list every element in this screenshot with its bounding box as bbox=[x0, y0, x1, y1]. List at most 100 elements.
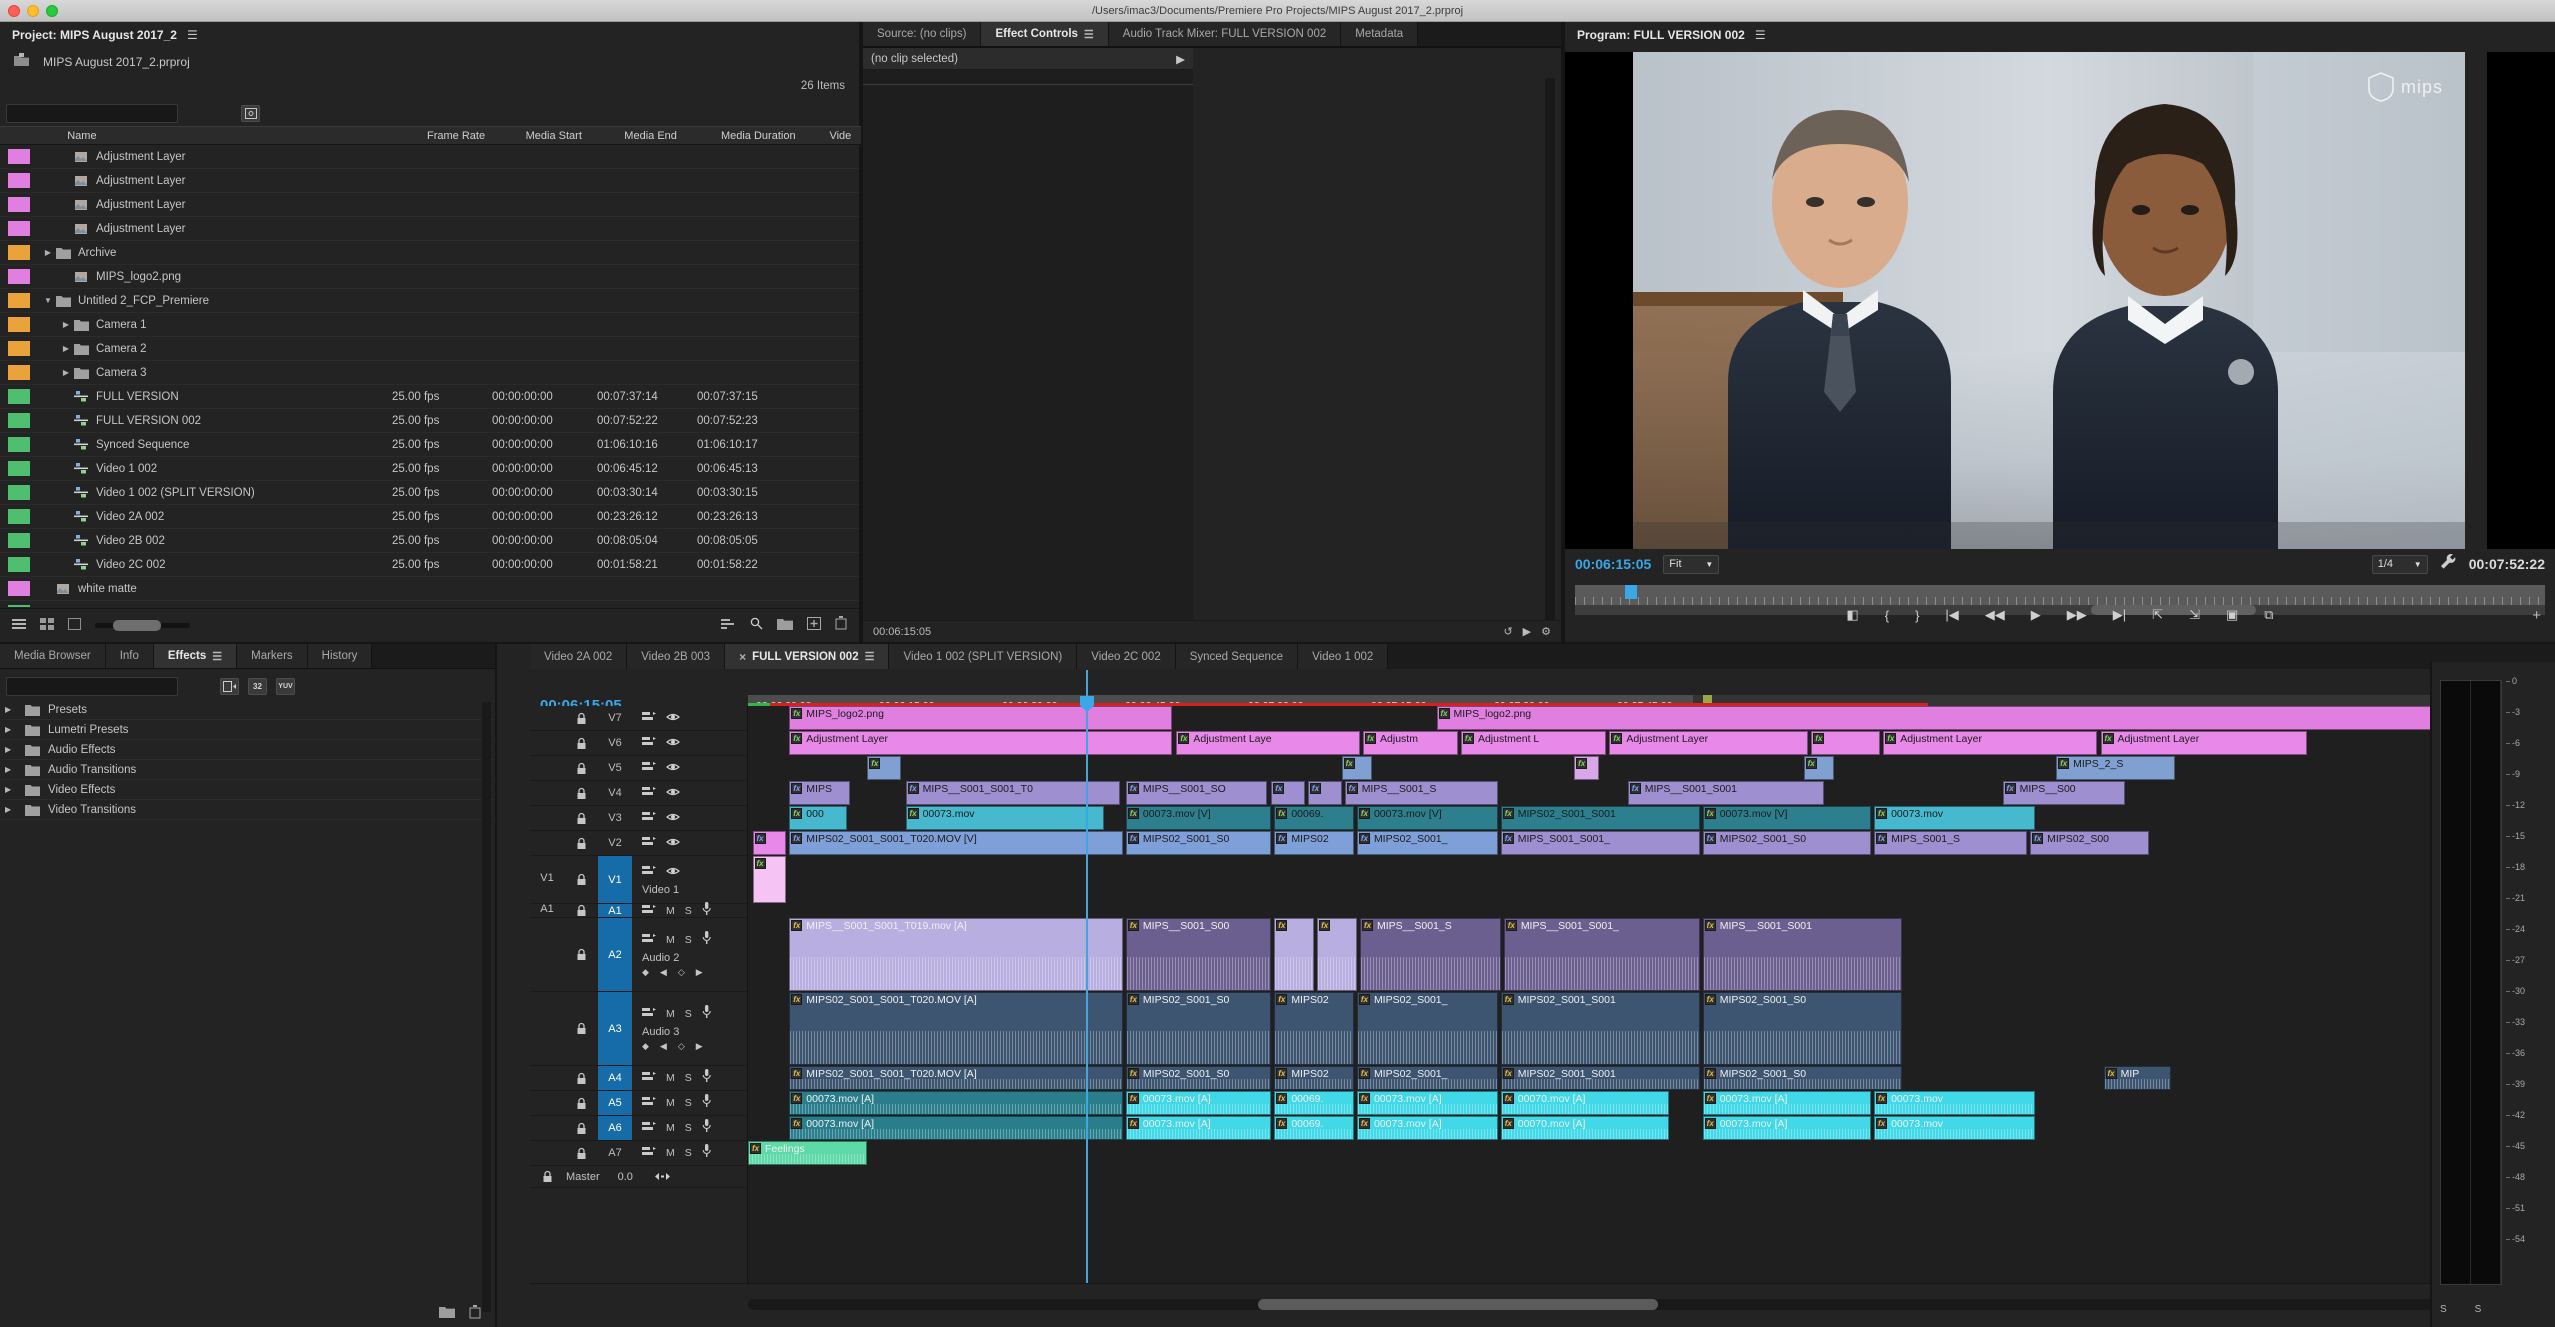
timeline-clip[interactable]: fx 00069. bbox=[1274, 1091, 1354, 1115]
solo-button[interactable]: S bbox=[685, 1147, 692, 1159]
mute-button[interactable]: M bbox=[666, 905, 675, 917]
lock-icon[interactable] bbox=[530, 1170, 564, 1183]
wrench-icon[interactable] bbox=[2440, 553, 2457, 575]
add-marker-icon[interactable]: ◧ bbox=[1846, 607, 1858, 623]
program-transport-controls[interactable]: ◧{} |◀ ◀◀ ▶ ▶▶ ▶| ⇱ ⇲ ▣ ⧉ bbox=[1565, 602, 2555, 628]
timeline-horizontal-scrollbar[interactable] bbox=[748, 1299, 2435, 1310]
track-header-a1[interactable]: A1 M S bbox=[530, 901, 747, 920]
track-header-v3[interactable]: V3 bbox=[530, 806, 747, 831]
project-item-row[interactable]: Adjustment Layer bbox=[0, 193, 859, 217]
parent-bin-icon[interactable] bbox=[14, 53, 29, 71]
disclosure-triangle[interactable]: ▶ bbox=[5, 705, 17, 714]
export-frame-icon[interactable]: ▣ bbox=[2226, 607, 2238, 623]
program-video-frame[interactable]: mips bbox=[1633, 52, 2465, 549]
play-icon[interactable]: ▶ bbox=[2031, 607, 2041, 623]
window-traffic-lights[interactable] bbox=[8, 5, 58, 17]
sync-lock-icon[interactable] bbox=[642, 1144, 656, 1162]
new-bin-icon[interactable] bbox=[777, 617, 793, 635]
audio-meter-bars[interactable] bbox=[2440, 680, 2502, 1285]
timeline-clip[interactable]: fx MIPS__S001_SO bbox=[1125, 781, 1267, 805]
disclosure-triangle[interactable]: ▶ bbox=[58, 368, 74, 377]
tab-seq-video-2a-002[interactable]: Video 2A 002 bbox=[530, 644, 628, 669]
tab-info[interactable]: Info bbox=[105, 644, 154, 668]
timeline-clip[interactable]: fx 00073.mov [A] bbox=[1125, 1091, 1272, 1115]
meter-solo-right[interactable]: S bbox=[2475, 1304, 2482, 1315]
effects-tree-item[interactable]: ▶ Video Transitions bbox=[0, 800, 495, 820]
timeline-clip[interactable]: fx MIP bbox=[2103, 1066, 2171, 1090]
solo-button[interactable]: S bbox=[685, 1008, 692, 1020]
timeline-clip[interactable]: fx bbox=[1811, 731, 1881, 755]
timeline-clip[interactable]: fx MIPS_logo2.png bbox=[1436, 706, 2554, 730]
sort-icon[interactable] bbox=[721, 617, 736, 635]
project-item-row[interactable]: ▶ Camera 3 bbox=[0, 361, 859, 385]
timeline-clip[interactable]: fx MIPS02_S001_S001_T020.MOV [V] bbox=[789, 831, 1123, 855]
timeline-clip[interactable]: fx bbox=[1271, 781, 1305, 805]
timeline-clip[interactable]: fx MIPS02_S001_S001 bbox=[1500, 992, 1700, 1065]
track-target-a1[interactable]: A1 bbox=[598, 904, 632, 917]
new-item-icon[interactable] bbox=[807, 616, 821, 635]
new-custom-bin-icon[interactable] bbox=[439, 1305, 455, 1323]
disclosure-triangle[interactable]: ▶ bbox=[58, 344, 74, 353]
timeline-clip[interactable]: fx MIPS__S001_S001_ bbox=[1503, 918, 1700, 991]
sync-lock-icon[interactable] bbox=[642, 1119, 656, 1137]
meter-solo-left[interactable]: S bbox=[2440, 1304, 2447, 1315]
lock-icon[interactable] bbox=[564, 712, 598, 725]
timeline-clip[interactable]: fx Adjustm bbox=[1363, 731, 1458, 755]
solo-button[interactable]: S bbox=[685, 1122, 692, 1134]
microphone-icon[interactable] bbox=[702, 1119, 711, 1137]
tab-menu-icon[interactable]: ☰ bbox=[865, 650, 875, 663]
thumbnail-size-slider[interactable] bbox=[95, 620, 190, 631]
timeline-clip[interactable]: fx 00070.mov [A] bbox=[1500, 1091, 1670, 1115]
timeline-clip[interactable]: fx MIPS02 bbox=[1274, 831, 1354, 855]
timeline-clip[interactable]: fx MIPS__S00 bbox=[2002, 781, 2125, 805]
track-target-v4[interactable]: V4 bbox=[598, 787, 632, 799]
next-keyframe-icon[interactable]: ▶ bbox=[696, 967, 703, 978]
disclosure-triangle[interactable]: ▶ bbox=[58, 320, 74, 329]
timeline-clip[interactable]: fx MIPS02_S001_ bbox=[1356, 831, 1498, 855]
sync-lock-icon[interactable] bbox=[642, 784, 656, 802]
track-target-v3[interactable]: V3 bbox=[598, 812, 632, 824]
disclosure-triangle[interactable]: ▶ bbox=[5, 725, 17, 734]
sync-lock-icon[interactable] bbox=[642, 1005, 656, 1023]
timeline-clip[interactable]: fx MIPS02_S001_S0 bbox=[1702, 992, 1902, 1065]
timeline-clip[interactable]: fx MIPS02_S001_S001_T020.MOV [A] bbox=[789, 992, 1123, 1065]
microphone-icon[interactable] bbox=[702, 901, 711, 920]
timeline-clip[interactable]: fx Adjustment Layer bbox=[1609, 731, 1809, 755]
timeline-clip[interactable]: fx MIPS__S001_S001 bbox=[1702, 918, 1902, 991]
project-item-row[interactable]: ▶ Camera 2 bbox=[0, 337, 859, 361]
lock-icon[interactable] bbox=[564, 787, 598, 800]
disclosure-triangle[interactable]: ▼ bbox=[40, 296, 56, 305]
timeline-clip[interactable]: fx MIPS02_S001_S0 bbox=[1125, 1066, 1272, 1090]
mark-in-icon[interactable]: { bbox=[1885, 608, 1889, 623]
lock-icon[interactable] bbox=[564, 1072, 598, 1085]
track-header-v5[interactable]: V5 bbox=[530, 756, 747, 781]
eye-icon[interactable] bbox=[666, 834, 680, 852]
effects-search-input[interactable] bbox=[6, 676, 178, 696]
column-header-frame-rate[interactable]: Frame Rate bbox=[419, 130, 518, 142]
effects-tree-item[interactable]: ▶ Audio Transitions bbox=[0, 760, 495, 780]
microphone-icon[interactable] bbox=[702, 931, 711, 949]
track-header-a2[interactable]: A2 M S Audio 2 ◆ ◀ ◇ ▶ bbox=[530, 918, 747, 992]
timeline-clip[interactable]: fx MIPS_2_S bbox=[2056, 756, 2176, 780]
lock-icon[interactable] bbox=[564, 737, 598, 750]
microphone-icon[interactable] bbox=[702, 1069, 711, 1087]
timeline-clip[interactable]: fx bbox=[1307, 781, 1342, 805]
project-item-row[interactable]: ▶ Archive bbox=[0, 241, 859, 265]
lock-icon[interactable] bbox=[564, 1147, 598, 1160]
project-find-icon[interactable] bbox=[750, 617, 763, 635]
program-zoom-select[interactable]: Fit ▼ bbox=[1663, 554, 1720, 574]
project-item-row[interactable]: Video 1 002 (SPLIT VERSION) 25.00 fps 00:0… bbox=[0, 481, 859, 505]
microphone-icon[interactable] bbox=[702, 1094, 711, 1112]
timeline-clip[interactable]: fx MIPS02_S001_ bbox=[1356, 992, 1498, 1065]
timeline-clip[interactable]: fx MIPS02_S001_S001_T020.MOV [A] bbox=[789, 1066, 1123, 1090]
project-panel-tab[interactable]: Project: MIPS August 2017_2 ☰ bbox=[0, 22, 859, 48]
keyframe-icon[interactable]: ◇ bbox=[678, 967, 685, 978]
timeline-clip[interactable]: fx MIPS__S001_S bbox=[1344, 781, 1498, 805]
timeline-clip[interactable]: fx MIPS__S001_S bbox=[1360, 918, 1501, 991]
timeline-clip[interactable]: fx 00073.mov [A] bbox=[1356, 1116, 1498, 1140]
timeline-clip[interactable]: fx MIPS__S001_S001_T019.mov [A] bbox=[789, 918, 1123, 991]
freeform-view-icon[interactable] bbox=[68, 617, 81, 635]
timeline-clip[interactable]: fx 00073.mov [A] bbox=[1125, 1116, 1272, 1140]
track-target-v1[interactable]: V1 bbox=[598, 856, 632, 903]
project-item-row[interactable]: FULL VERSION 25.00 fps 00:00:00:00 00:07:37… bbox=[0, 385, 859, 409]
